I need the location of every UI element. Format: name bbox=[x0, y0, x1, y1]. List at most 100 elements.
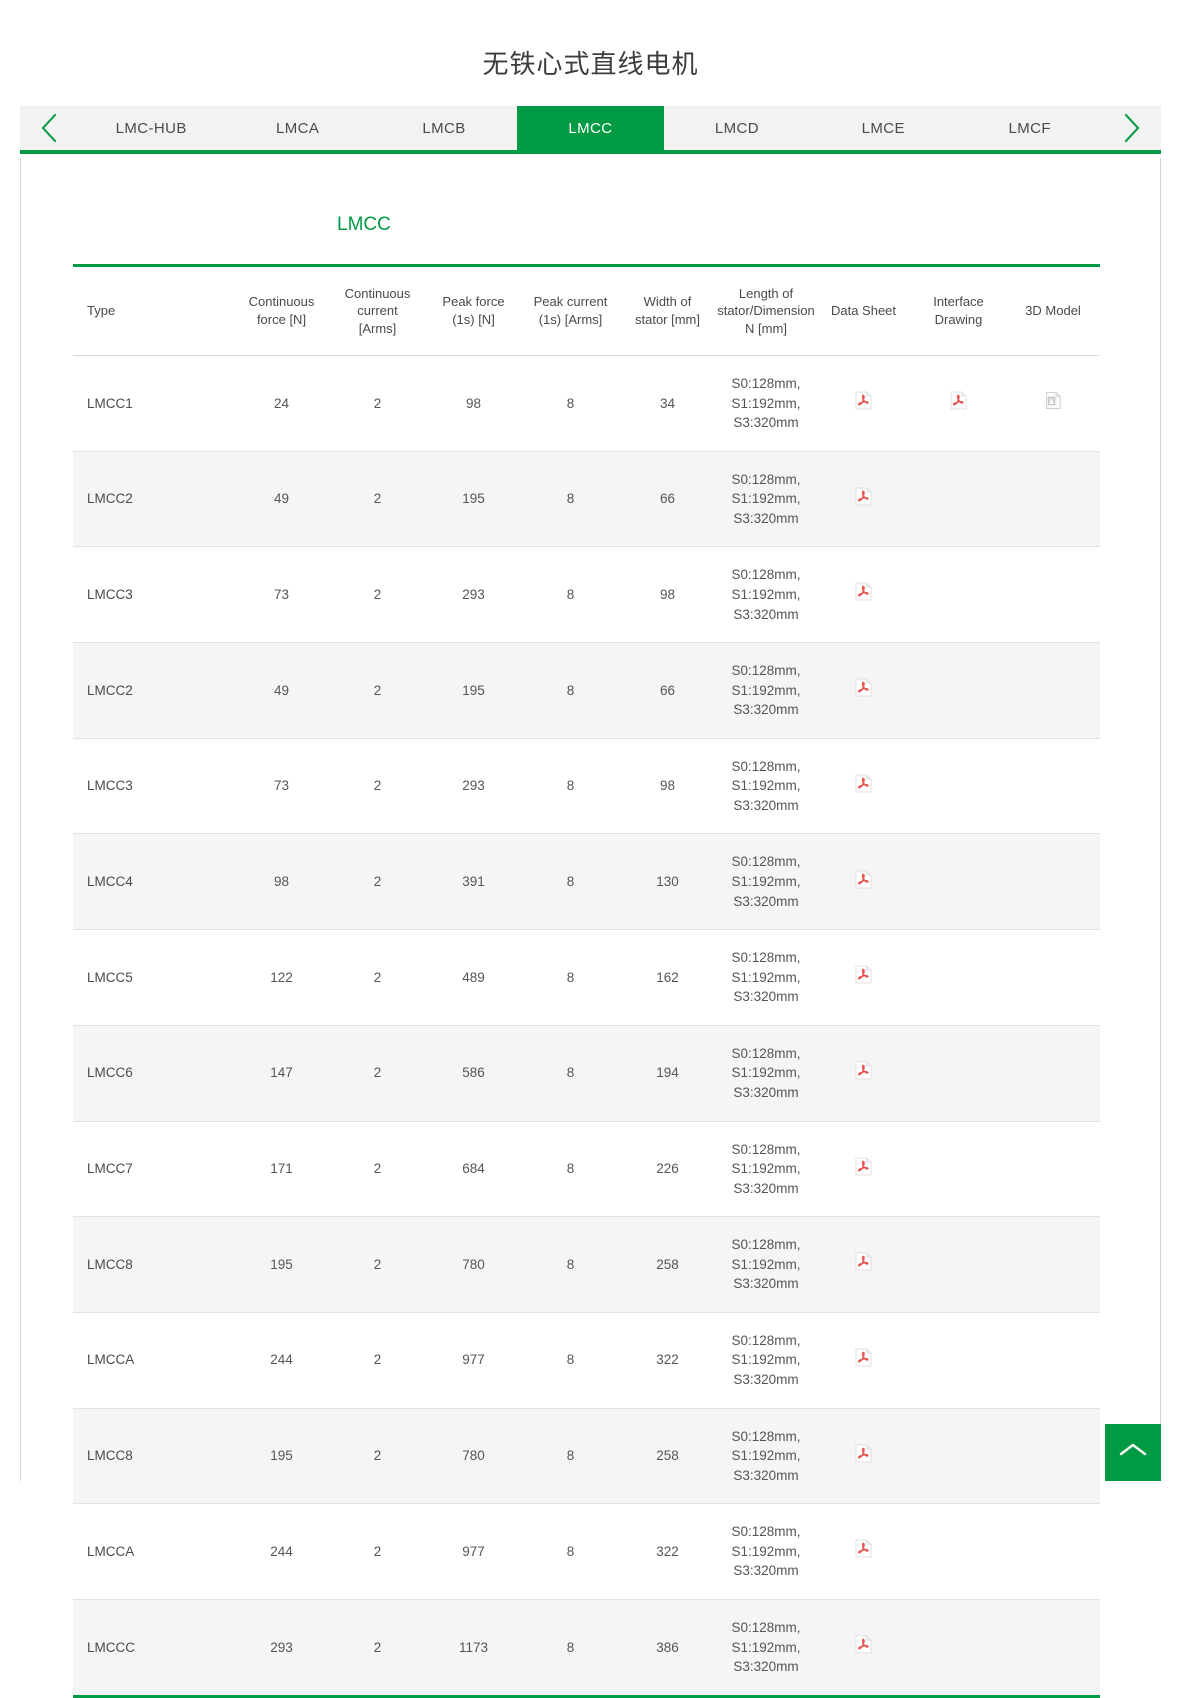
cell-continuous-current: 2 bbox=[330, 643, 425, 739]
tab-next-button[interactable] bbox=[1103, 106, 1161, 150]
cell-data-sheet[interactable] bbox=[816, 1312, 911, 1408]
pdf-icon[interactable] bbox=[855, 487, 872, 506]
tab-lmcb[interactable]: LMCB bbox=[371, 106, 517, 150]
tab-lmcf[interactable]: LMCF bbox=[957, 106, 1103, 150]
cell-data-sheet[interactable] bbox=[816, 1408, 911, 1504]
pdf-icon[interactable] bbox=[855, 774, 872, 793]
tab-lmce[interactable]: LMCE bbox=[810, 106, 956, 150]
cell-3d-model[interactable] bbox=[1006, 356, 1100, 452]
cell-peak-force: 977 bbox=[425, 1312, 522, 1408]
pdf-icon[interactable] bbox=[855, 1157, 872, 1176]
cell-data-sheet[interactable] bbox=[816, 1599, 911, 1696]
cell-continuous-current: 2 bbox=[330, 834, 425, 930]
cell-width-of-stator: 322 bbox=[619, 1312, 716, 1408]
cell-3d-model bbox=[1006, 1599, 1100, 1696]
cell-3d-model bbox=[1006, 451, 1100, 547]
cell-width-of-stator: 258 bbox=[619, 1408, 716, 1504]
cell-data-sheet[interactable] bbox=[816, 1025, 911, 1121]
cell-data-sheet[interactable] bbox=[816, 1121, 911, 1217]
cell-type: LMCCC bbox=[73, 1599, 233, 1696]
pdf-icon[interactable] bbox=[855, 1348, 872, 1367]
cell-peak-force: 195 bbox=[425, 643, 522, 739]
pdf-icon[interactable] bbox=[855, 1539, 872, 1558]
table-row: LMCCA24429778322S0:128mm, S1:192mm, S3:3… bbox=[73, 1504, 1100, 1600]
cell-continuous-force: 147 bbox=[233, 1025, 330, 1121]
cell-data-sheet[interactable] bbox=[816, 1217, 911, 1313]
pdf-icon[interactable] bbox=[855, 1635, 872, 1654]
cell-type: LMCC8 bbox=[73, 1408, 233, 1504]
tab-lmcd[interactable]: LMCD bbox=[664, 106, 810, 150]
tab-prev-button[interactable] bbox=[20, 106, 78, 150]
cell-peak-current: 8 bbox=[522, 1217, 619, 1313]
cell-interface-drawing[interactable] bbox=[911, 356, 1006, 452]
cell-continuous-current: 2 bbox=[330, 356, 425, 452]
column-header-peak-current: Peak current (1s) [Arms] bbox=[522, 266, 619, 356]
chevron-right-icon bbox=[1121, 112, 1143, 144]
cell-data-sheet[interactable] bbox=[816, 547, 911, 643]
cell-width-of-stator: 226 bbox=[619, 1121, 716, 1217]
cell-width-of-stator: 66 bbox=[619, 451, 716, 547]
table-row: LMCC819527808258S0:128mm, S1:192mm, S3:3… bbox=[73, 1217, 1100, 1313]
cell-width-of-stator: 98 bbox=[619, 738, 716, 834]
cell-data-sheet[interactable] bbox=[816, 643, 911, 739]
cell-type: LMCC1 bbox=[73, 356, 233, 452]
cell-continuous-force: 24 bbox=[233, 356, 330, 452]
tab-lmc-hub[interactable]: LMC-HUB bbox=[78, 106, 224, 150]
column-header-peak-force: Peak force (1s) [N] bbox=[425, 266, 522, 356]
pdf-icon[interactable] bbox=[855, 1444, 872, 1463]
cell-length-of-stator: S0:128mm, S1:192mm, S3:320mm bbox=[716, 1504, 816, 1600]
pdf-icon[interactable] bbox=[855, 391, 872, 410]
cell-continuous-current: 2 bbox=[330, 1312, 425, 1408]
cell-data-sheet[interactable] bbox=[816, 738, 911, 834]
spec-table-container: Type Continuous force [N] Continuous cur… bbox=[21, 236, 1160, 1698]
cell-continuous-force: 244 bbox=[233, 1312, 330, 1408]
cell-continuous-force: 73 bbox=[233, 738, 330, 834]
cell-peak-force: 977 bbox=[425, 1504, 522, 1600]
cell-continuous-force: 244 bbox=[233, 1504, 330, 1600]
cell-continuous-force: 122 bbox=[233, 930, 330, 1026]
cell-interface-drawing bbox=[911, 1504, 1006, 1600]
pdf-icon[interactable] bbox=[855, 1061, 872, 1080]
pdf-icon[interactable] bbox=[950, 391, 967, 410]
cell-data-sheet[interactable] bbox=[816, 451, 911, 547]
cell-width-of-stator: 162 bbox=[619, 930, 716, 1026]
cell-continuous-current: 2 bbox=[330, 738, 425, 834]
tab-lmcc[interactable]: LMCC bbox=[517, 106, 663, 150]
cell-continuous-force: 98 bbox=[233, 834, 330, 930]
pdf-icon[interactable] bbox=[855, 870, 872, 889]
pdf-icon[interactable] bbox=[855, 582, 872, 601]
cell-type: LMCC3 bbox=[73, 738, 233, 834]
table-row: LMCC124298834S0:128mm, S1:192mm, S3:320m… bbox=[73, 356, 1100, 452]
cell-3d-model bbox=[1006, 1121, 1100, 1217]
cell-interface-drawing bbox=[911, 643, 1006, 739]
table-row: LMCC717126848226S0:128mm, S1:192mm, S3:3… bbox=[73, 1121, 1100, 1217]
table-row: LMCC614725868194S0:128mm, S1:192mm, S3:3… bbox=[73, 1025, 1100, 1121]
cell-width-of-stator: 386 bbox=[619, 1599, 716, 1696]
cell-type: LMCC5 bbox=[73, 930, 233, 1026]
pdf-icon[interactable] bbox=[855, 965, 872, 984]
cell-data-sheet[interactable] bbox=[816, 834, 911, 930]
pdf-icon[interactable] bbox=[855, 1252, 872, 1271]
cell-length-of-stator: S0:128mm, S1:192mm, S3:320mm bbox=[716, 1599, 816, 1696]
cell-3d-model bbox=[1006, 547, 1100, 643]
cell-length-of-stator: S0:128mm, S1:192mm, S3:320mm bbox=[716, 930, 816, 1026]
cell-width-of-stator: 98 bbox=[619, 547, 716, 643]
cell-data-sheet[interactable] bbox=[816, 930, 911, 1026]
tab-lmca[interactable]: LMCA bbox=[224, 106, 370, 150]
cell-3d-model bbox=[1006, 643, 1100, 739]
document-icon[interactable] bbox=[1045, 391, 1062, 410]
cell-continuous-current: 2 bbox=[330, 1217, 425, 1313]
pdf-icon[interactable] bbox=[855, 678, 872, 697]
back-to-top-button[interactable] bbox=[1105, 1424, 1161, 1481]
cell-continuous-current: 2 bbox=[330, 930, 425, 1026]
cell-interface-drawing bbox=[911, 1312, 1006, 1408]
cell-width-of-stator: 258 bbox=[619, 1217, 716, 1313]
cell-data-sheet[interactable] bbox=[816, 1504, 911, 1600]
cell-continuous-force: 49 bbox=[233, 451, 330, 547]
cell-interface-drawing bbox=[911, 1025, 1006, 1121]
cell-type: LMCC3 bbox=[73, 547, 233, 643]
column-header-width-of-stator: Width of stator [mm] bbox=[619, 266, 716, 356]
tab-label: LMC-HUB bbox=[116, 120, 187, 137]
cell-continuous-current: 2 bbox=[330, 1408, 425, 1504]
cell-data-sheet[interactable] bbox=[816, 356, 911, 452]
